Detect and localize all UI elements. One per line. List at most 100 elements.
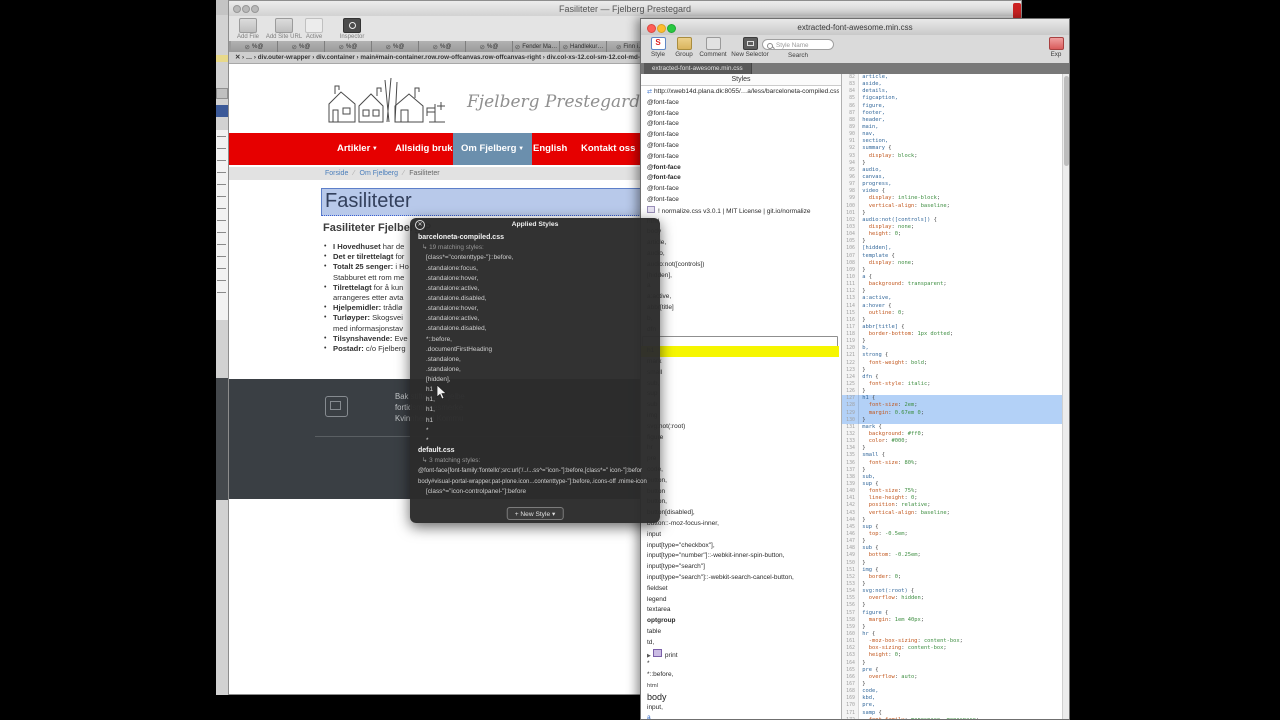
code-line[interactable]: 82 article, <box>842 74 1069 82</box>
browser-tab[interactable]: ⊘ %@ <box>372 41 419 52</box>
code-line[interactable]: 155 overflow: hidden; <box>842 595 1069 603</box>
code-line[interactable]: 91 section, <box>842 138 1069 146</box>
red-bookmark-icon[interactable] <box>1013 3 1021 19</box>
code-line[interactable]: 149 bottom: -0.25em; <box>842 552 1069 560</box>
code-line[interactable]: 122 font-weight: bold; <box>842 359 1069 367</box>
style-item[interactable]: pre <box>641 454 839 465</box>
popup-selector[interactable]: [class*="contenttype-"]::before, <box>410 253 660 263</box>
group-button[interactable]: Group <box>671 37 697 58</box>
popup-selector[interactable]: h1, <box>410 405 660 415</box>
code-line[interactable]: 140 font-size: 75%; <box>842 488 1069 496</box>
style-item[interactable]: figure <box>641 433 839 444</box>
style-item[interactable]: input[type="search"] <box>641 562 839 573</box>
code-line[interactable]: 145 sup { <box>842 523 1069 532</box>
style-item[interactable]: button::-moz-focus-inner, <box>641 519 839 530</box>
code-line[interactable]: 106 [hidden], <box>842 245 1069 253</box>
code-line[interactable]: 118 border-bottom: 1px dotted; <box>842 331 1069 339</box>
code-line[interactable]: 123 } <box>842 366 1069 374</box>
code-line[interactable]: 170 pre, <box>842 702 1069 710</box>
popup-selector[interactable]: .standalone, <box>410 365 660 375</box>
code-line[interactable]: 165 pre { <box>842 666 1069 674</box>
code-line[interactable]: 133 color: #000; <box>842 438 1069 446</box>
code-line[interactable]: 111 background: transparent; <box>842 281 1069 289</box>
popup-selector[interactable]: * <box>410 426 660 436</box>
style-item[interactable]: @font-face <box>641 119 839 130</box>
popup-selector[interactable]: .documentFirstHeading <box>410 345 660 355</box>
add-file-button[interactable]: Add File <box>231 18 265 40</box>
style-item[interactable]: table <box>641 627 839 638</box>
style-item[interactable]: input[type="search"]::-webkit-search-can… <box>641 573 839 584</box>
style-item[interactable]: textarea <box>641 605 839 616</box>
code-line[interactable]: 116 } <box>842 316 1069 324</box>
style-item-stylesheet-url[interactable]: ⇄ http://xweb14d.plana.dk:8055/…a/less/ba… <box>641 87 839 98</box>
code-line[interactable]: 90 nav, <box>842 131 1069 139</box>
editor-titlebar[interactable]: extracted-font-awesome.min.css <box>641 19 1069 36</box>
code-line[interactable]: 159 } <box>842 623 1069 631</box>
code-line[interactable]: 143 vertical-align: baseline; <box>842 509 1069 517</box>
code-line[interactable]: 102 audio:not([controls]) { <box>842 216 1069 224</box>
code-line[interactable]: 126 } <box>842 388 1069 396</box>
code-line[interactable]: 144 } <box>842 516 1069 524</box>
code-line[interactable]: 161 -moz-box-sizing: content-box; <box>842 638 1069 646</box>
style-item[interactable]: img <box>641 411 839 422</box>
code-line[interactable]: 153 } <box>842 580 1069 589</box>
browser-tab[interactable]: ⊘ %@ <box>325 41 372 52</box>
code-line[interactable]: 96 canvas, <box>842 173 1069 182</box>
sliver-facebook-icon[interactable] <box>216 105 228 117</box>
style-item[interactable]: @font-face <box>641 195 839 206</box>
code-line[interactable]: 156 } <box>842 602 1069 610</box>
browser-tab[interactable]: ⊘ %@ <box>466 41 513 52</box>
code-line[interactable]: 142 position: relative; <box>842 502 1069 510</box>
style-item[interactable]: button, <box>641 497 839 508</box>
code-line[interactable]: 113 a:active, <box>842 295 1069 303</box>
disclosure-triangle-icon[interactable]: ▶ <box>647 653 651 659</box>
style-item[interactable]: * <box>641 659 839 670</box>
style-item[interactable]: audio:not([controls]) <box>641 260 839 271</box>
code-line[interactable]: 171 samp { <box>842 709 1069 717</box>
code-line[interactable]: 100 vertical-align: baseline; <box>842 202 1069 210</box>
code-line[interactable]: 152 border: 0; <box>842 573 1069 581</box>
popup-selector[interactable]: [hidden], <box>410 375 660 385</box>
export-button[interactable]: Exp <box>1045 37 1067 58</box>
code-line[interactable]: 108 display: none; <box>842 259 1069 267</box>
style-item[interactable]: body <box>641 692 839 703</box>
breadcrumb-om-fjelberg[interactable]: Om Fjelberg <box>360 170 399 177</box>
editor-tab-active[interactable]: extracted-font-awesome.min.css <box>644 63 752 74</box>
style-item[interactable]: small <box>641 368 839 379</box>
new-style-button[interactable]: + New Style ▾ <box>506 507 564 520</box>
code-line[interactable]: 136 font-size: 80%; <box>842 459 1069 467</box>
style-item[interactable]: sub, <box>641 379 839 390</box>
code-line[interactable]: 163 height: 0; <box>842 652 1069 660</box>
browser-tab[interactable]: ⊘ Handlekur… <box>560 41 607 52</box>
style-item[interactable]: b, <box>641 314 839 325</box>
style-item[interactable]: svg:not(:root) <box>641 422 839 433</box>
style-item-selected[interactable]: h1 <box>641 346 839 357</box>
breadcrumb-forside[interactable]: Forside <box>325 170 348 177</box>
code-line[interactable]: 162 box-sizing: content-box; <box>842 645 1069 653</box>
comment-button[interactable]: Comment <box>697 37 729 58</box>
code-line[interactable]: 129 margin: 0.67em 0; <box>842 409 1069 417</box>
style-button[interactable]: S Style <box>645 37 671 58</box>
inline-edit-field[interactable] <box>642 335 838 347</box>
style-item[interactable]: html <box>641 681 839 692</box>
code-line[interactable]: 150 } <box>842 559 1069 567</box>
code-line[interactable]: 139 sup { <box>842 481 1069 489</box>
code-line[interactable]: 95 audio, <box>842 166 1069 174</box>
popup-selector[interactable]: [class^="icon-controlpanel-"]:before <box>410 487 660 497</box>
popup-selector[interactable]: *::before, <box>410 335 660 345</box>
browser-tab[interactable]: ⊘ %@ <box>278 41 325 52</box>
popup-selector[interactable]: @font-face{font-family:'fontello';src:ur… <box>410 466 660 476</box>
style-item[interactable]: article, <box>641 238 839 249</box>
style-item-media-print[interactable]: ▶ print <box>641 648 839 660</box>
code-line[interactable]: 89 main, <box>842 123 1069 132</box>
style-item[interactable]: @font-face <box>641 152 839 163</box>
code-line[interactable]: 168 code, <box>842 688 1069 696</box>
code-line[interactable]: 103 display: none; <box>842 223 1069 232</box>
style-item[interactable]: @font-face <box>641 173 839 184</box>
style-item[interactable]: a <box>641 713 839 719</box>
popup-selector[interactable]: .standalone.disabled, <box>410 294 660 304</box>
style-item[interactable]: dfn <box>641 325 839 336</box>
code-editor[interactable]: 82 article, 83 aside, 84 details, 85 figcap… <box>842 74 1069 719</box>
style-item[interactable]: input, <box>641 703 839 714</box>
style-item[interactable]: body <box>641 227 839 238</box>
